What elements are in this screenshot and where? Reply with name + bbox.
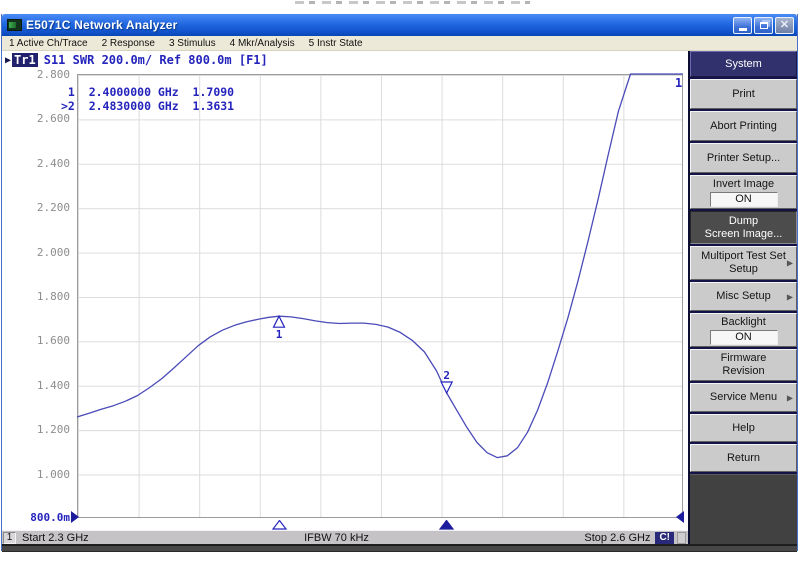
marker-1-icon[interactable] — [274, 316, 285, 327]
y-axis-label: 2.200 — [22, 201, 70, 214]
softkey-menu: System Print Abort Printing Printer Setup.… — [688, 51, 797, 544]
marker-1-stimulus-triangle-icon[interactable] — [272, 520, 287, 530]
y-axis-label: 2.600 — [22, 112, 70, 125]
y-axis-ref-label: 800.0m — [22, 511, 70, 524]
softkey-label: Dump — [729, 215, 758, 228]
trace-badge: Tr1 — [12, 53, 38, 67]
swr-trace — [77, 74, 683, 458]
stop-frequency-label: Stop 2.6 GHz — [584, 532, 650, 544]
channel-number-box: 1 — [3, 532, 16, 544]
softkey-printer-setup[interactable]: Printer Setup... — [690, 143, 797, 173]
toggle-state-backlight[interactable]: ON — [710, 330, 778, 345]
trace-flag: [F1] — [239, 53, 268, 67]
y-axis-label: 1.200 — [22, 423, 70, 436]
close-button[interactable]: ✕ — [775, 17, 794, 34]
y-axis-label: 2.400 — [22, 157, 70, 170]
status-end-box — [677, 532, 686, 544]
menu-item-2-response[interactable]: 2 Response — [95, 38, 162, 49]
softkey-label: Revision — [722, 365, 764, 378]
softkey-label: Backlight — [721, 316, 766, 329]
menu-item-1-active-ch-trace[interactable]: 1 Active Ch/Trace — [2, 38, 95, 49]
softkey-label: Screen Image... — [705, 228, 783, 241]
window-content: ▶Tr1S11 SWR 200.0m/ Ref 800.0m [F1] 2.80… — [2, 51, 797, 544]
trace-format: SWR — [73, 53, 95, 67]
softkey-invert-image[interactable]: Invert ImageON — [690, 175, 797, 209]
marker-2-stimulus-triangle-icon[interactable] — [439, 520, 454, 530]
y-axis-label: 2.000 — [22, 246, 70, 259]
screen-column: ▶Tr1 S11 SWR 200.0m/ Ref 800.0m [F1] 2.80… — [2, 51, 688, 544]
softkey-dump-screen-image[interactable]: DumpScreen Image... — [690, 211, 797, 244]
softkey-backlight[interactable]: BacklightON — [690, 313, 797, 347]
trace-ref: Ref 800.0m — [159, 53, 231, 67]
menu-item-3-stimulus[interactable]: 3 Stimulus — [162, 38, 223, 49]
window-bottom-strip — [2, 544, 797, 552]
marker-2-number: 2 — [443, 369, 450, 382]
calibration-status-badge: C! — [655, 532, 674, 544]
toggle-state-invert-image[interactable]: ON — [710, 192, 778, 207]
softkey-menu-header: System — [690, 51, 797, 77]
window-title: E5071C Network Analyzer — [26, 18, 731, 32]
ifbw-label: IFBW 70 kHz — [304, 532, 369, 544]
trace-plot: 1 1 2 — [77, 74, 683, 518]
restore-icon — [760, 22, 768, 29]
softkey-print[interactable]: Print — [690, 79, 797, 109]
softkey-label: Printer Setup... — [707, 152, 780, 165]
y-axis-label: 1.800 — [22, 290, 70, 303]
trace-number-label: 1 — [675, 76, 682, 90]
minimize-button[interactable] — [733, 17, 752, 34]
submenu-arrow-icon: ▶ — [787, 257, 793, 270]
softkey-multiport-test-set-setup[interactable]: Multiport Test SetSetup ▶ — [690, 246, 797, 280]
trace-measurement: S11 — [44, 53, 66, 67]
trace-status-line[interactable]: ▶Tr1 S11 SWR 200.0m/ Ref 800.0m [F1] — [5, 53, 268, 67]
softkey-menu-empty-area — [690, 474, 797, 544]
y-axis-label: 1.400 — [22, 379, 70, 392]
app-icon — [7, 19, 22, 31]
softkey-misc-setup[interactable]: Misc Setup ▶ — [690, 282, 797, 311]
instrument-screen: ▶Tr1 S11 SWR 200.0m/ Ref 800.0m [F1] 2.80… — [2, 51, 688, 530]
menu-bar: 1 Active Ch/Trace2 Response3 Stimulus4 M… — [2, 36, 797, 51]
y-axis-label: 1.600 — [22, 334, 70, 347]
marker-2-icon[interactable] — [441, 382, 452, 393]
minimize-icon — [739, 28, 747, 31]
trace-scale: 200.0m/ — [102, 53, 153, 67]
softkey-label: Multiport Test Set — [701, 250, 786, 263]
softkey-service-menu[interactable]: Service Menu ▶ — [690, 383, 797, 412]
trace-pointer-icon: ▶ — [5, 55, 11, 66]
start-frequency-label: Start 2.3 GHz — [16, 532, 89, 544]
submenu-arrow-icon: ▶ — [787, 290, 793, 303]
softkey-label: Invert Image — [713, 178, 774, 191]
softkey-label: Firmware — [721, 352, 767, 365]
marker-1-number: 1 — [276, 328, 283, 341]
softkey-label: Misc Setup — [716, 290, 770, 303]
y-axis-label: 1.000 — [22, 468, 70, 481]
close-icon: ✕ — [780, 20, 789, 31]
cropped-text-artifact — [295, 1, 530, 4]
menu-item-4-mkr-analysis[interactable]: 4 Mkr/Analysis — [223, 38, 302, 49]
restore-button[interactable] — [754, 17, 773, 34]
softkey-label: Return — [727, 452, 760, 465]
app-window: E5071C Network Analyzer ✕ 1 Active Ch/Tr… — [1, 14, 798, 551]
title-bar: E5071C Network Analyzer ✕ — [2, 14, 797, 36]
softkey-label: Service Menu — [710, 391, 777, 404]
softkey-label: Abort Printing — [710, 120, 777, 133]
softkey-firmware-revision[interactable]: FirmwareRevision — [690, 349, 797, 381]
page: E5071C Network Analyzer ✕ 1 Active Ch/Tr… — [0, 0, 800, 567]
softkey-label: Setup — [729, 263, 758, 276]
softkey-label: Help — [732, 422, 755, 435]
softkey-return[interactable]: Return — [690, 444, 797, 472]
menu-item-5-instr-state[interactable]: 5 Instr State — [302, 38, 370, 49]
softkey-help[interactable]: Help — [690, 414, 797, 442]
submenu-arrow-icon: ▶ — [787, 391, 793, 404]
softkey-label: Print — [732, 88, 755, 101]
status-bar: 1 Start 2.3 GHz IFBW 70 kHz Stop 2.6 GHz… — [2, 530, 688, 544]
softkey-abort-printing[interactable]: Abort Printing — [690, 111, 797, 141]
y-axis-label: 2.800 — [22, 68, 70, 81]
